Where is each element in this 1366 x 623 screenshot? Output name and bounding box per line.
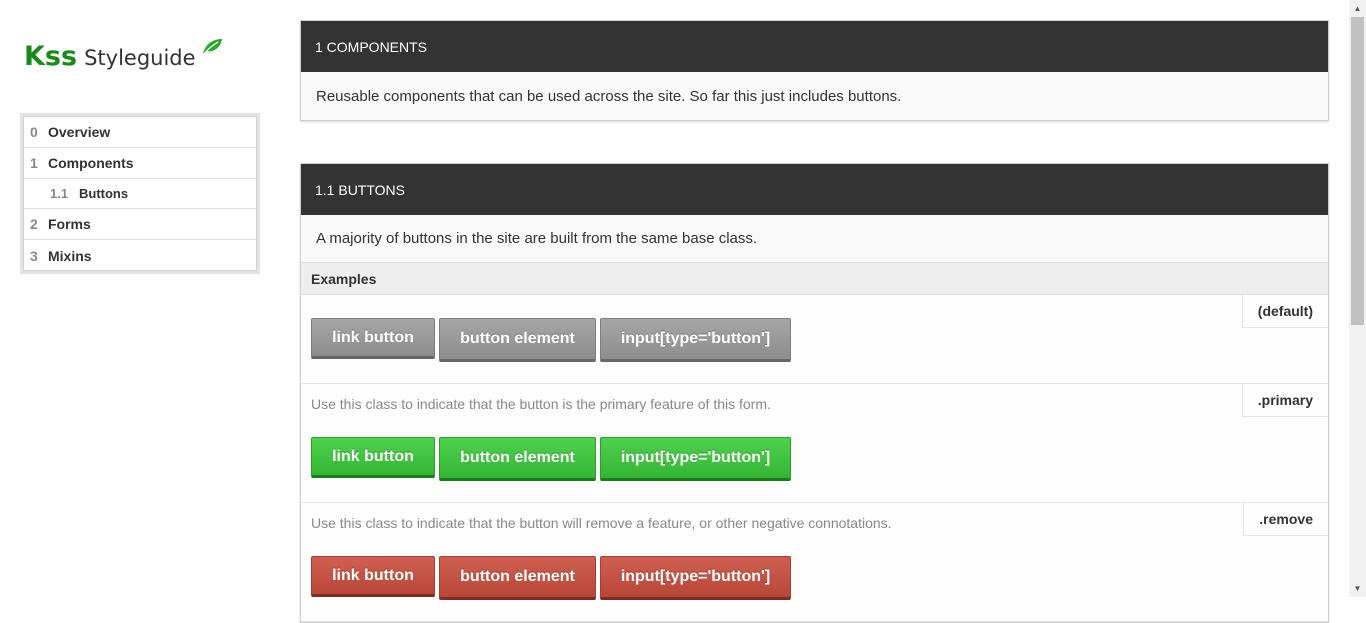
- nav-number: 3: [30, 247, 38, 264]
- sidebar-item-components[interactable]: 1 Components: [24, 148, 256, 179]
- modifier-label: .primary: [1241, 384, 1328, 417]
- section-header: 1 COMPONENTS: [301, 21, 1328, 72]
- nav-number: 0: [30, 124, 38, 140]
- scroll-up-arrow-icon[interactable]: ▲: [1349, 0, 1366, 17]
- example-remove: .remove Use this class to indicate that …: [301, 503, 1328, 622]
- input-button[interactable]: input[type='button']: [600, 318, 791, 362]
- scroll-down-arrow-icon[interactable]: ▼: [1349, 580, 1366, 597]
- sidebar-item-buttons[interactable]: 1.1 Buttons: [24, 179, 256, 209]
- sidebar-item-overview[interactable]: 0 Overview: [24, 117, 256, 148]
- sidebar-item-forms[interactable]: 2 Forms: [24, 209, 256, 240]
- examples-heading: Examples: [301, 262, 1328, 295]
- button-row: link button button element input[type='b…: [311, 437, 795, 481]
- section-description: Reusable components that can be used acr…: [316, 87, 902, 105]
- nav-label: Buttons: [79, 186, 129, 201]
- vertical-scrollbar[interactable]: ▲ ▼: [1349, 0, 1366, 597]
- leaf-icon: [201, 38, 223, 61]
- section-description: A majority of buttons in the site are bu…: [316, 230, 758, 247]
- example-default: (default) link button button element inp…: [301, 295, 1328, 384]
- button-row: link button button element input[type='b…: [311, 556, 795, 600]
- nav-number: 1.1: [50, 186, 69, 201]
- section-header: 1.1 BUTTONS: [301, 164, 1328, 215]
- input-button[interactable]: input[type='button']: [600, 556, 791, 600]
- button-row: link button button element input[type='b…: [311, 318, 795, 362]
- section-components: 1 COMPONENTS Reusable components that ca…: [300, 20, 1329, 121]
- logo[interactable]: Kss Styleguide: [24, 36, 223, 72]
- scrollbar-thumb[interactable]: [1351, 17, 1364, 325]
- button-element[interactable]: button element: [439, 318, 596, 362]
- logo-product: Styleguide: [84, 46, 196, 70]
- button-element[interactable]: button element: [439, 437, 596, 481]
- modifier-label: (default): [1241, 295, 1328, 328]
- nav-number: 2: [30, 216, 38, 232]
- modifier-label: .remove: [1243, 503, 1328, 536]
- link-button[interactable]: link button: [311, 556, 435, 597]
- logo-brand: Kss: [24, 41, 78, 72]
- nav-label: Mixins: [48, 247, 92, 264]
- link-button[interactable]: link button: [311, 318, 435, 359]
- link-button[interactable]: link button: [311, 437, 435, 478]
- sidebar-item-mixins[interactable]: 3 Mixins: [24, 240, 256, 271]
- modifier-description: Use this class to indicate that the butt…: [311, 396, 771, 412]
- nav-number: 1: [30, 155, 38, 171]
- section-buttons: 1.1 BUTTONS A majority of buttons in the…: [300, 163, 1329, 623]
- nav-label: Forms: [48, 216, 91, 232]
- example-primary: .primary Use this class to indicate that…: [301, 384, 1328, 503]
- sidebar-nav: 0 Overview 1 Components 1.1 Buttons 2 Fo…: [20, 113, 260, 274]
- input-button[interactable]: input[type='button']: [600, 437, 791, 481]
- nav-label: Overview: [48, 124, 111, 140]
- modifier-description: Use this class to indicate that the butt…: [311, 515, 892, 531]
- nav-label: Components: [48, 155, 134, 171]
- button-element[interactable]: button element: [439, 556, 596, 600]
